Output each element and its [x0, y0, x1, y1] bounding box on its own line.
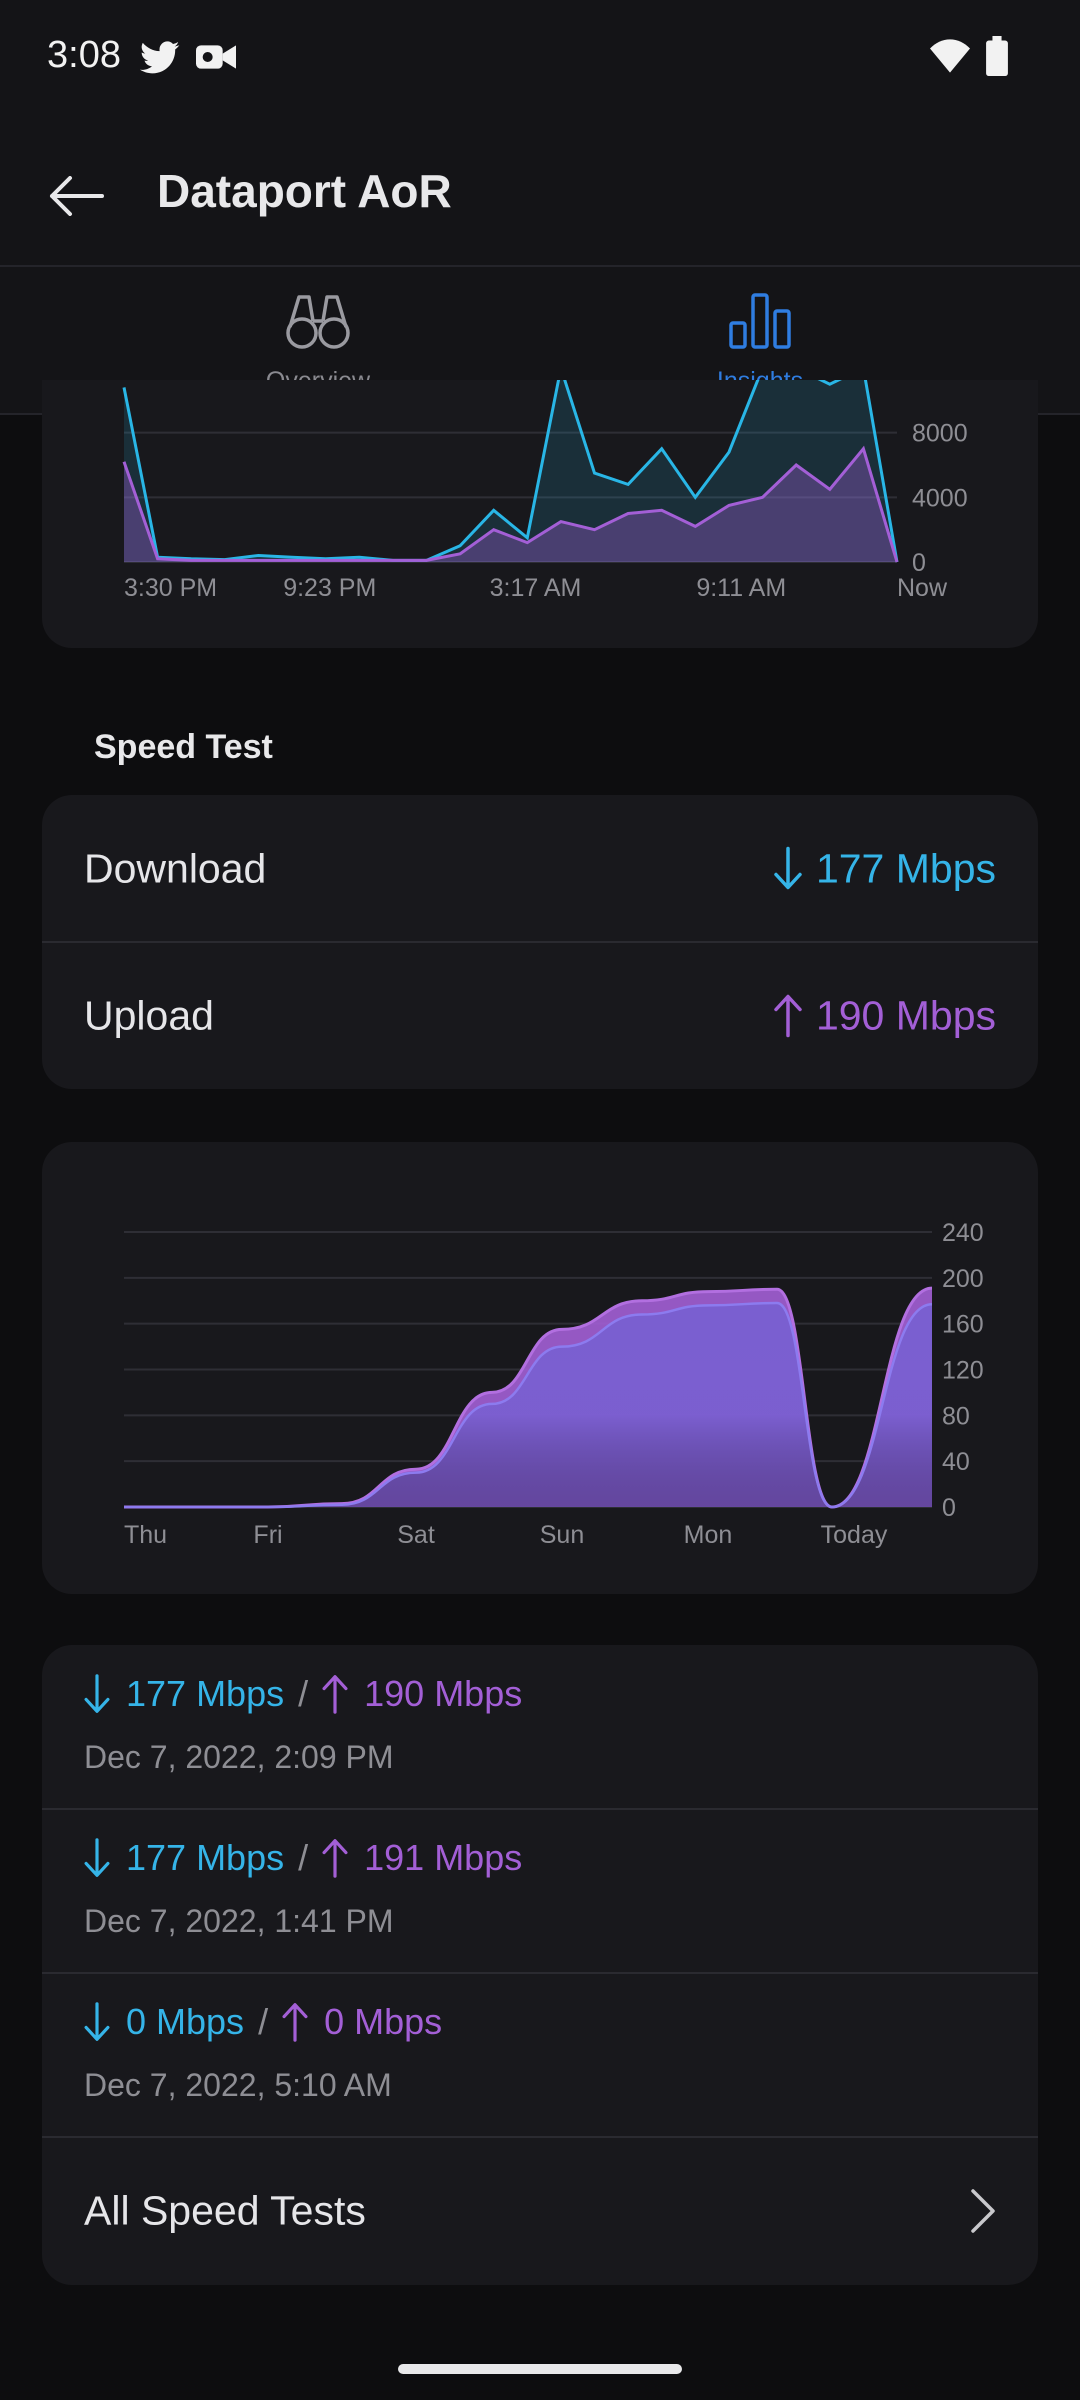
history-date: Dec 7, 2022, 5:10 AM: [84, 2067, 392, 2103]
back-button[interactable]: [40, 160, 112, 232]
history-date: Dec 7, 2022, 2:09 PM: [84, 1739, 394, 1775]
app-bar: Dataport AoR: [0, 120, 1080, 265]
upload-speed-text: 190 Mbps: [815, 992, 996, 1038]
all-speed-tests-button[interactable]: All Speed Tests: [42, 2137, 1038, 2285]
upload-arrow-icon: [322, 1839, 348, 1878]
upload-value: 190 Mbps: [774, 992, 996, 1039]
binoculars-icon: [286, 295, 350, 349]
x-tick-label: Sun: [540, 1521, 584, 1549]
x-tick-label: 3:17 AM: [490, 574, 582, 602]
battery-icon: [986, 36, 1008, 76]
y-tick-label: 200: [942, 1265, 984, 1293]
download-arrow-icon: [84, 1674, 110, 1713]
history-item[interactable]: 177 Mbps / 191 Mbps Dec 7, 2022, 1:41 PM: [42, 1809, 1038, 1973]
y-tick-label: 0: [942, 1494, 956, 1522]
page-title: Dataport AoR: [157, 165, 452, 217]
upload-arrow-icon: [282, 2003, 308, 2042]
download-value: 177 Mbps: [774, 845, 996, 892]
x-tick-label: Fri: [253, 1521, 282, 1549]
history-download: 177 Mbps: [126, 1673, 285, 1714]
history-upload: 0 Mbps: [324, 2001, 443, 2042]
x-tick-label: Sat: [397, 1521, 435, 1549]
back-arrow-icon: [50, 176, 104, 216]
history-date: Dec 7, 2022, 1:41 PM: [84, 1903, 394, 1939]
y-tick-label: 160: [942, 1311, 984, 1339]
download-arrow-icon: [84, 2002, 110, 2041]
x-tick-label: 3:30 PM: [124, 574, 217, 602]
speed-test-history-card: 177 Mbps / 190 Mbps Dec 7, 2022, 2:09 PM…: [42, 1645, 1038, 2285]
status-bar: 3:08: [0, 0, 1080, 120]
y-tick-label: 120: [942, 1357, 984, 1385]
bar-chart-icon: [729, 293, 791, 349]
speed-test-section-title: Speed Test: [94, 728, 273, 766]
y-tick-label: 80: [942, 1402, 970, 1430]
x-tick-label: Now: [897, 574, 948, 602]
y-tick-label: 240: [942, 1219, 984, 1247]
history-speeds: 177 Mbps / 190 Mbps: [84, 1673, 522, 1715]
y-tick-label: 12000: [912, 380, 982, 383]
history-speeds: 0 Mbps / 0 Mbps: [84, 2001, 442, 2043]
history-download: 177 Mbps: [126, 1837, 285, 1878]
video-camera-icon: [196, 45, 236, 69]
history-download: 0 Mbps: [126, 2001, 245, 2042]
separator: /: [298, 1837, 309, 1878]
separator: /: [258, 2001, 269, 2042]
twitter-icon: [140, 41, 180, 74]
download-series-area: [124, 1303, 932, 1507]
upload-arrow-icon: [774, 994, 802, 1038]
history-item[interactable]: 177 Mbps / 190 Mbps Dec 7, 2022, 2:09 PM: [42, 1645, 1038, 1809]
download-arrow-icon: [84, 1838, 110, 1877]
y-tick-label: 0: [912, 549, 926, 577]
traffic-chart-card: 12000 8000 4000 0 3:30 PM 9:23 PM 3:17 AM 9:11 …: [42, 380, 1038, 648]
upload-arrow-icon: [322, 1675, 348, 1714]
home-indicator[interactable]: [398, 2364, 682, 2374]
speed-history-chart: 240 200 160 120 80 40 0 Thu Fri Sat Sun Mon Today: [124, 1219, 984, 1549]
history-item[interactable]: 0 Mbps / 0 Mbps Dec 7, 2022, 5:10 AM: [42, 1973, 1038, 2137]
x-tick-label: 9:23 PM: [283, 574, 376, 602]
x-tick-label: Mon: [684, 1521, 733, 1549]
chevron-right-icon: [971, 2189, 995, 2233]
history-speeds: 177 Mbps / 191 Mbps: [84, 1837, 522, 1879]
x-tick-label: Thu: [124, 1521, 167, 1549]
speed-history-chart-card: 240 200 160 120 80 40 0 Thu Fri Sat Sun Mon Today: [42, 1142, 1038, 1594]
all-speed-tests-label: All Speed Tests: [84, 2187, 366, 2234]
history-upload: 190 Mbps: [364, 1673, 523, 1714]
download-speed-text: 177 Mbps: [815, 845, 996, 891]
separator: /: [298, 1673, 309, 1714]
x-tick-label: Today: [821, 1521, 888, 1549]
upload-row: Upload 190 Mbps: [42, 942, 1038, 1089]
y-tick-label: 4000: [912, 484, 968, 512]
download-arrow-icon: [774, 846, 802, 890]
download-row: Download 177 Mbps: [42, 795, 1038, 942]
history-upload: 191 Mbps: [364, 1837, 523, 1878]
x-tick-label: 9:11 AM: [696, 574, 786, 602]
traffic-chart: 12000 8000 4000 0 3:30 PM 9:23 PM 3:17 AM 9:11 …: [122, 380, 982, 602]
download-label: Download: [84, 845, 267, 891]
speed-test-card: Download 177 Mbps Upload 190 Mbps: [42, 795, 1038, 1089]
upload-label: Upload: [84, 992, 214, 1038]
y-tick-label: 40: [942, 1448, 970, 1476]
wifi-icon: [930, 39, 970, 73]
status-time: 3:08: [47, 34, 121, 76]
y-tick-label: 8000: [912, 420, 968, 448]
